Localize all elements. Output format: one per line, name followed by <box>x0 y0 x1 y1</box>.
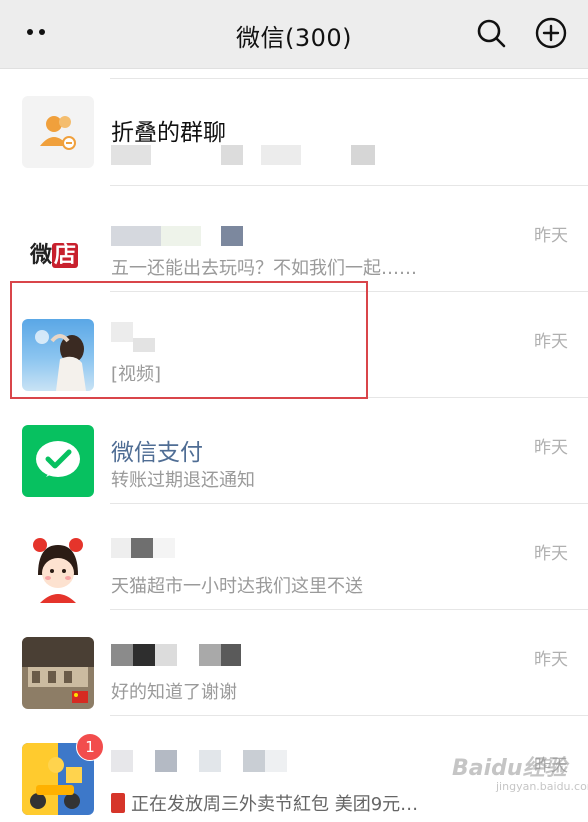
chat-time: 昨天 <box>534 332 568 352</box>
chat-row-store[interactable]: 好的知道了谢谢 昨天 <box>0 610 588 716</box>
chat-preview: 转账过期退还通知 <box>111 470 255 491</box>
chat-preview: 天猫超市一小时达我们这里不送 <box>111 576 363 597</box>
chat-row-wechat-pay[interactable]: 微信支付 转账过期退还通知 昨天 <box>0 398 588 504</box>
chat-list: 折叠的群聊 微店 五一还能出去玩吗？不如我们一起…… 昨天 [视频] 昨天 微信… <box>0 69 588 822</box>
photo-avatar <box>22 319 94 391</box>
chat-row-tmall[interactable]: 天猫超市一小时达我们这里不送 昨天 <box>0 504 588 610</box>
chat-row-video[interactable]: [视频] 昨天 <box>0 292 588 398</box>
store-photo-avatar <box>22 637 94 709</box>
cartoon-girl-avatar <box>22 531 94 603</box>
chat-name: 微信支付 <box>111 440 203 466</box>
search-icon[interactable] <box>476 18 506 48</box>
chat-time: 昨天 <box>534 650 568 670</box>
chat-time: 昨天 <box>534 438 568 458</box>
watermark: Baidu经验 jingyan.baidu.com <box>452 756 588 793</box>
weidian-logo: 微店 <box>22 213 94 285</box>
red-packet-icon <box>111 793 125 813</box>
blurred-name <box>111 322 161 352</box>
weidian-logo-text: 微店 <box>30 243 79 268</box>
chat-row-weidian[interactable]: 微店 五一还能出去玩吗？不如我们一起…… 昨天 <box>0 186 588 292</box>
chat-row-folded-group[interactable]: 折叠的群聊 <box>0 79 588 186</box>
unread-badge: 1 <box>76 733 104 761</box>
blurred-name <box>111 644 251 666</box>
chat-preview: 正在发放周三外卖节紅包 美团9元… <box>111 790 418 816</box>
blurred-name <box>111 750 301 772</box>
blurred-preview <box>111 145 391 167</box>
chat-preview: 五一还能出去玩吗？不如我们一起…… <box>111 258 417 279</box>
blurred-name <box>111 226 251 248</box>
chat-preview: [视频] <box>111 364 162 385</box>
chat-time: 昨天 <box>534 226 568 246</box>
chat-preview: 好的知道了谢谢 <box>111 682 237 703</box>
chat-name: 折叠的群聊 <box>111 120 226 146</box>
blurred-name <box>111 538 181 560</box>
chat-time: 昨天 <box>534 544 568 564</box>
wechat-pay-icon <box>22 425 94 497</box>
folded-group-icon <box>22 96 94 168</box>
plus-circle-icon[interactable] <box>535 17 567 49</box>
top-bar: 微信(300) <box>0 0 588 69</box>
